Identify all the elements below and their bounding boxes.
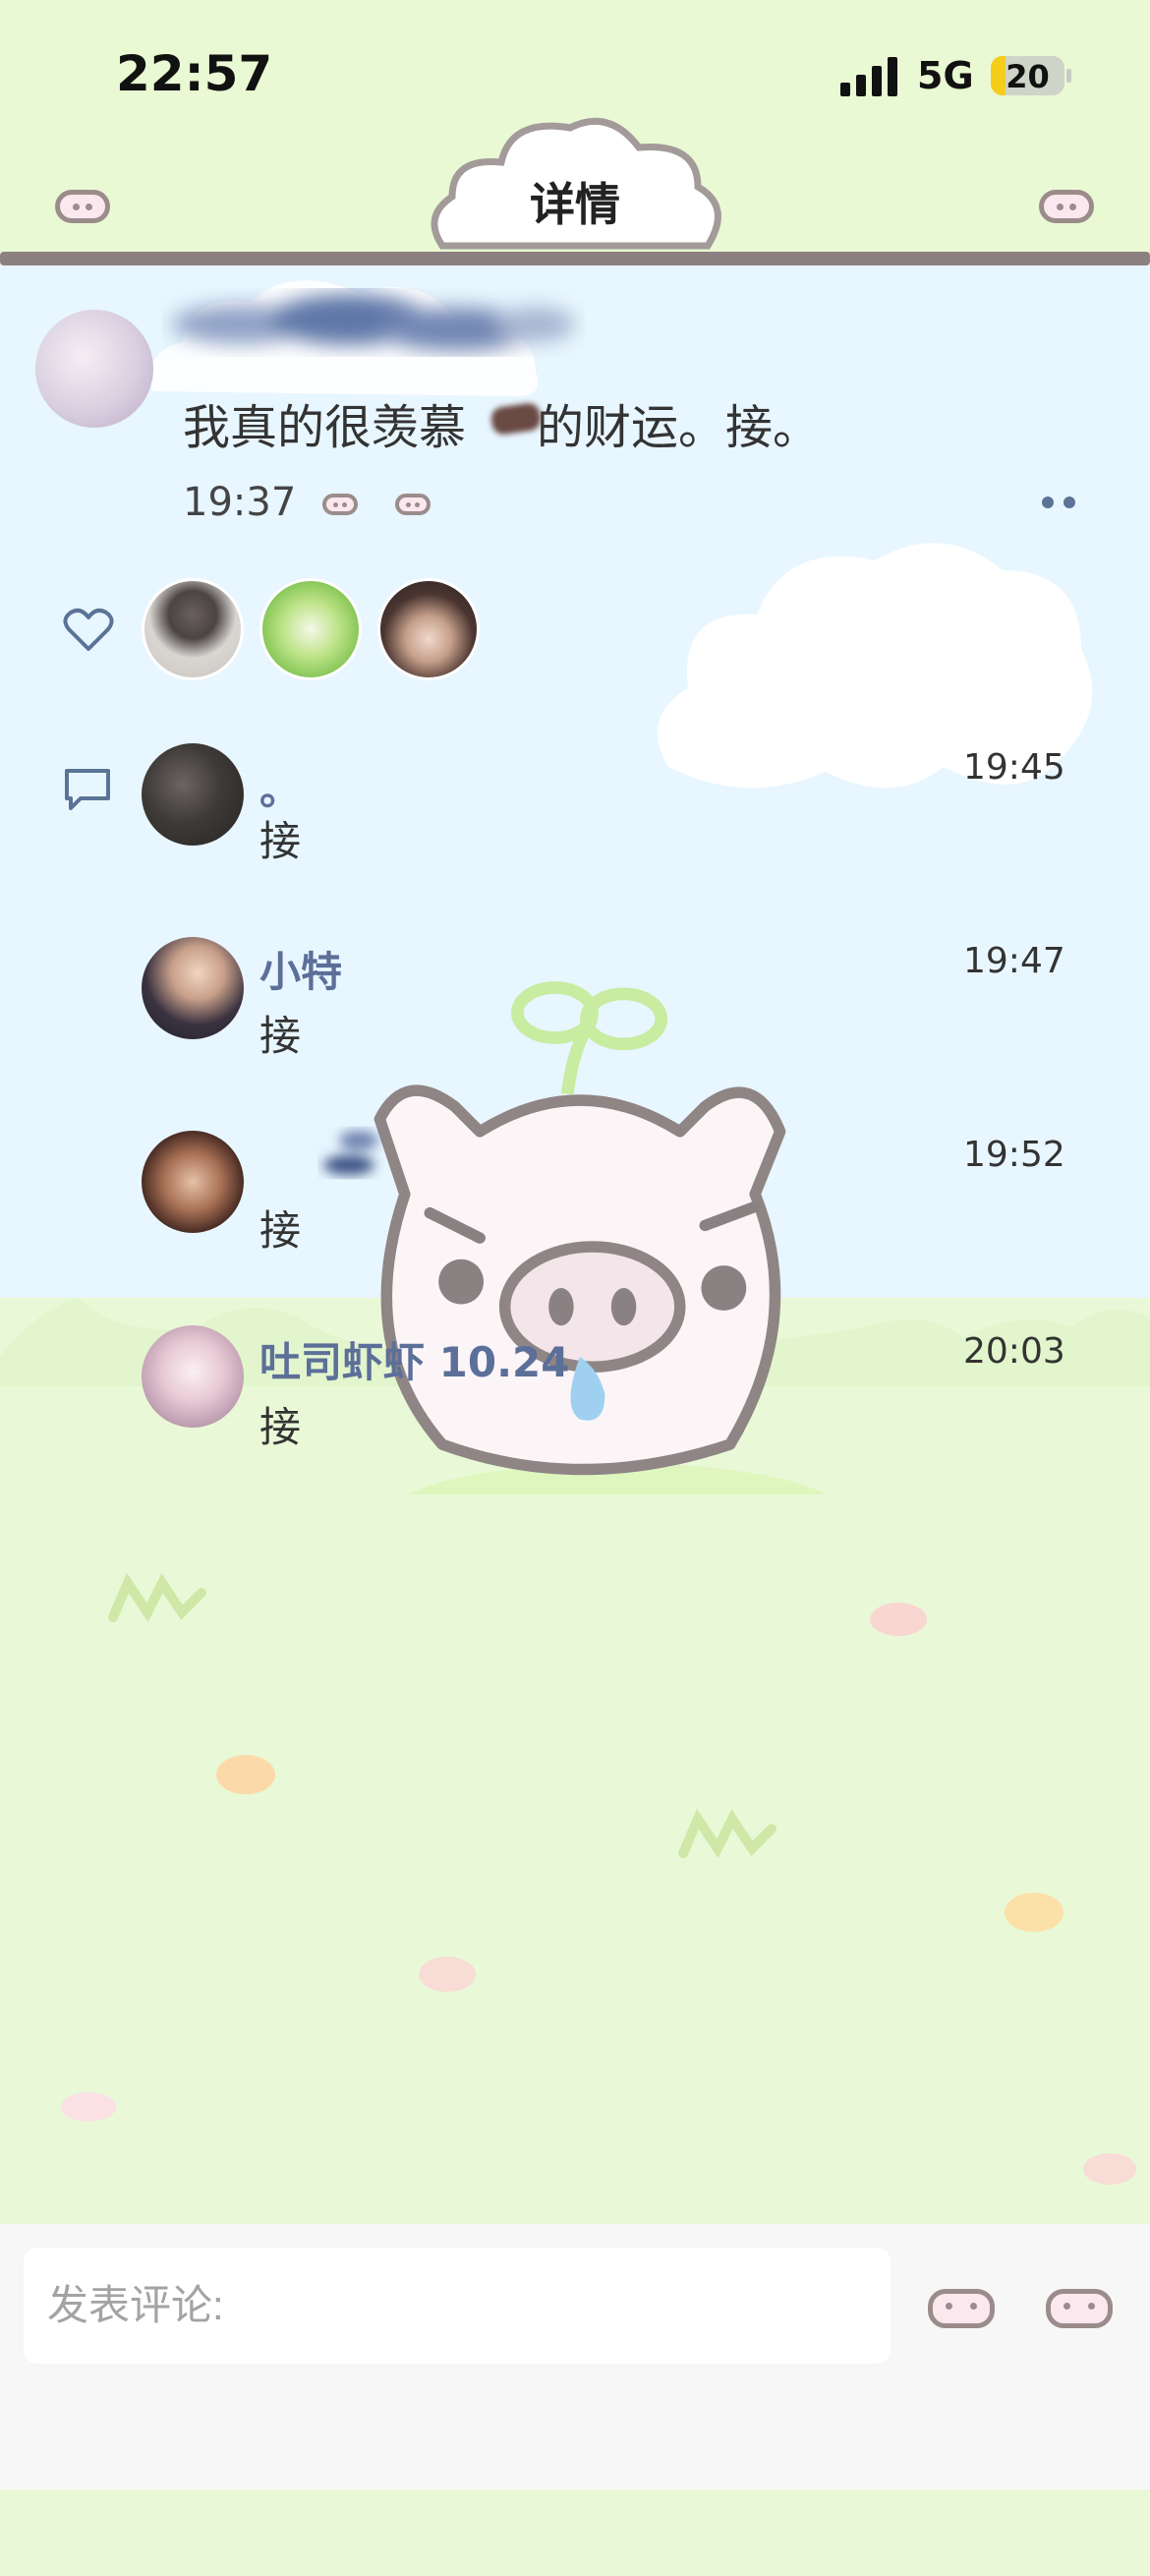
commenter-avatar[interactable] (142, 1325, 244, 1428)
send-pig-button[interactable] (1046, 2289, 1113, 2328)
post-options-button[interactable] (1040, 496, 1079, 509)
page-title: 详情 (530, 178, 620, 231)
liker-avatar[interactable] (142, 578, 244, 680)
commenter-avatar[interactable] (142, 743, 244, 846)
back-pig-icon[interactable] (55, 190, 110, 223)
emoji-pig-button[interactable] (928, 2289, 995, 2328)
commenter-avatar[interactable] (142, 1131, 244, 1233)
battery-icon: 20 (991, 56, 1064, 95)
post-text-part: 我真的很羡慕 (183, 400, 467, 455)
dot-icon (1042, 497, 1054, 508)
comment-icon (65, 769, 110, 810)
liker-avatar[interactable] (377, 578, 480, 680)
grass-dot (216, 1755, 275, 1794)
status-time: 22:57 (116, 45, 273, 102)
comment-time: 19:45 (963, 747, 1065, 788)
comment-input[interactable] (24, 2248, 891, 2364)
comment-text: 接 (259, 1403, 302, 1451)
signal-icon (840, 57, 897, 96)
commenter-name[interactable]: 小特 (259, 939, 342, 999)
more-pig-icon[interactable] (1039, 190, 1094, 223)
post-time: 19:37 (183, 480, 297, 525)
comment-text: 接 (259, 1012, 302, 1060)
liker-avatar[interactable] (259, 578, 362, 680)
grass-dot (1083, 2153, 1136, 2185)
dot-icon (1064, 497, 1075, 508)
network-type: 5G (917, 54, 974, 97)
grass-tuft (108, 1573, 206, 1622)
comment-time: 19:52 (963, 1135, 1065, 1175)
grass-dot (1005, 1893, 1064, 1932)
grass-dot (419, 1957, 476, 1992)
commenter-name-redacted (323, 1131, 378, 1175)
battery-tip (1066, 69, 1071, 83)
comment-time: 20:03 (963, 1331, 1065, 1372)
comment-text: 接 (259, 817, 302, 865)
post-author-avatar[interactable] (35, 310, 153, 428)
commenter-avatar[interactable] (142, 937, 244, 1039)
comment-text: 接 (259, 1206, 302, 1255)
heart-icon (63, 608, 114, 651)
pig-badge-icon (322, 494, 358, 515)
comment-time: 19:47 (963, 941, 1065, 981)
pig-badge-icon (395, 494, 431, 515)
post-text-part: 的财运。接。 (537, 400, 821, 455)
grass-tuft (678, 1809, 776, 1858)
grass-dot (870, 1603, 927, 1636)
commenter-name[interactable]: 吐司虾虾 10.24 (259, 1329, 569, 1389)
battery-percent: 20 (1006, 58, 1050, 95)
pig-mascot-illustration (374, 981, 827, 1494)
grass-dot (61, 2092, 116, 2122)
author-name-redacted (172, 294, 575, 351)
